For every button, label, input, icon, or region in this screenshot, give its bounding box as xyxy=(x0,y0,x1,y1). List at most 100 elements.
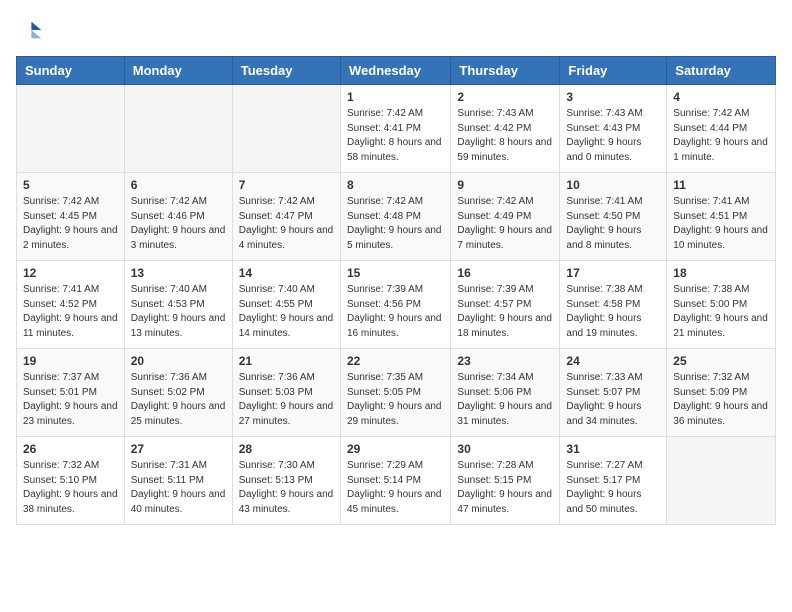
day-cell: 10 Sunrise: 7:41 AM Sunset: 4:50 PM Dayli… xyxy=(560,173,667,261)
day-cell: 9 Sunrise: 7:42 AM Sunset: 4:49 PM Daylig… xyxy=(451,173,560,261)
day-number: 1 xyxy=(347,90,444,104)
day-info: Sunrise: 7:39 AM Sunset: 4:57 PM Dayligh… xyxy=(457,283,553,341)
weekday-header-thursday: Thursday xyxy=(451,57,560,85)
day-info: Sunrise: 7:29 AM Sunset: 5:14 PM Dayligh… xyxy=(347,459,444,517)
weekday-header-saturday: Saturday xyxy=(667,57,776,85)
day-cell: 14 Sunrise: 7:40 AM Sunset: 4:55 PM Dayli… xyxy=(232,261,340,349)
day-cell: 12 Sunrise: 7:41 AM Sunset: 4:52 PM Dayli… xyxy=(17,261,125,349)
calendar-table: SundayMondayTuesdayWednesdayThursdayFrid… xyxy=(16,56,776,525)
day-cell: 28 Sunrise: 7:30 AM Sunset: 5:13 PM Dayli… xyxy=(232,437,340,525)
day-info: Sunrise: 7:40 AM Sunset: 4:53 PM Dayligh… xyxy=(131,283,226,341)
day-number: 20 xyxy=(131,354,226,368)
day-cell: 27Sunrise: 7:31 AM Sunset: 5:11 PM Dayli… xyxy=(124,437,232,525)
day-info: Sunrise: 7:40 AM Sunset: 4:55 PM Dayligh… xyxy=(239,283,334,341)
day-cell: 31 Sunrise: 7:27 AM Sunset: 5:17 PM Dayli… xyxy=(560,437,667,525)
day-number: 6 xyxy=(131,178,226,192)
day-info: Sunrise: 7:37 AM Sunset: 5:01 PM Dayligh… xyxy=(23,371,118,429)
weekday-header-friday: Friday xyxy=(560,57,667,85)
day-number: 2 xyxy=(457,90,553,104)
day-cell: 21 Sunrise: 7:36 AM Sunset: 5:03 PM Dayli… xyxy=(232,349,340,437)
day-number: 9 xyxy=(457,178,553,192)
week-row-4: 19 Sunrise: 7:37 AM Sunset: 5:01 PM Dayli… xyxy=(17,349,776,437)
weekday-header-monday: Monday xyxy=(124,57,232,85)
day-cell: 5 Sunrise: 7:42 AM Sunset: 4:45 PM Daylig… xyxy=(17,173,125,261)
day-number: 13 xyxy=(131,266,226,280)
day-info: Sunrise: 7:30 AM Sunset: 5:13 PM Dayligh… xyxy=(239,459,334,517)
day-number: 16 xyxy=(457,266,553,280)
day-number: 29 xyxy=(347,442,444,456)
day-cell: 4Sunrise: 7:42 AM Sunset: 4:44 PM Daylig… xyxy=(667,85,776,173)
day-cell: 20 Sunrise: 7:36 AM Sunset: 5:02 PM Dayli… xyxy=(124,349,232,437)
day-info: Sunrise: 7:42 AM Sunset: 4:48 PM Dayligh… xyxy=(347,195,444,253)
week-row-1: 1 Sunrise: 7:42 AM Sunset: 4:41 PM Daylig… xyxy=(17,85,776,173)
day-cell: 24Sunrise: 7:33 AM Sunset: 5:07 PM Dayli… xyxy=(560,349,667,437)
day-info: Sunrise: 7:42 AM Sunset: 4:41 PM Dayligh… xyxy=(347,107,444,165)
logo-icon xyxy=(16,16,44,44)
week-row-3: 12 Sunrise: 7:41 AM Sunset: 4:52 PM Dayli… xyxy=(17,261,776,349)
weekday-header-row: SundayMondayTuesdayWednesdayThursdayFrid… xyxy=(17,57,776,85)
day-number: 22 xyxy=(347,354,444,368)
day-cell: 29 Sunrise: 7:29 AM Sunset: 5:14 PM Dayli… xyxy=(340,437,450,525)
day-info: Sunrise: 7:32 AM Sunset: 5:09 PM Dayligh… xyxy=(673,371,769,429)
day-info: Sunrise: 7:39 AM Sunset: 4:56 PM Dayligh… xyxy=(347,283,444,341)
day-number: 31 xyxy=(566,442,660,456)
day-number: 18 xyxy=(673,266,769,280)
day-info: Sunrise: 7:42 AM Sunset: 4:47 PM Dayligh… xyxy=(239,195,334,253)
day-number: 5 xyxy=(23,178,118,192)
day-cell: 8Sunrise: 7:42 AM Sunset: 4:48 PM Daylig… xyxy=(340,173,450,261)
day-cell: 1 Sunrise: 7:42 AM Sunset: 4:41 PM Daylig… xyxy=(340,85,450,173)
day-info: Sunrise: 7:32 AM Sunset: 5:10 PM Dayligh… xyxy=(23,459,118,517)
day-cell: 15 Sunrise: 7:39 AM Sunset: 4:56 PM Dayli… xyxy=(340,261,450,349)
day-number: 10 xyxy=(566,178,660,192)
day-info: Sunrise: 7:35 AM Sunset: 5:05 PM Dayligh… xyxy=(347,371,444,429)
day-number: 14 xyxy=(239,266,334,280)
day-cell: 19 Sunrise: 7:37 AM Sunset: 5:01 PM Dayli… xyxy=(17,349,125,437)
weekday-header-tuesday: Tuesday xyxy=(232,57,340,85)
day-info: Sunrise: 7:42 AM Sunset: 4:46 PM Dayligh… xyxy=(131,195,226,253)
day-info: Sunrise: 7:43 AM Sunset: 4:43 PM Dayligh… xyxy=(566,107,660,165)
day-cell xyxy=(232,85,340,173)
day-number: 30 xyxy=(457,442,553,456)
day-cell: 11Sunrise: 7:41 AM Sunset: 4:51 PM Dayli… xyxy=(667,173,776,261)
day-cell: 6 Sunrise: 7:42 AM Sunset: 4:46 PM Daylig… xyxy=(124,173,232,261)
day-number: 15 xyxy=(347,266,444,280)
day-info: Sunrise: 7:43 AM Sunset: 4:42 PM Dayligh… xyxy=(457,107,553,165)
day-info: Sunrise: 7:41 AM Sunset: 4:52 PM Dayligh… xyxy=(23,283,118,341)
day-number: 17 xyxy=(566,266,660,280)
day-number: 21 xyxy=(239,354,334,368)
week-row-5: 26 Sunrise: 7:32 AM Sunset: 5:10 PM Dayli… xyxy=(17,437,776,525)
day-number: 27 xyxy=(131,442,226,456)
day-number: 24 xyxy=(566,354,660,368)
day-cell: 17 Sunrise: 7:38 AM Sunset: 4:58 PM Dayli… xyxy=(560,261,667,349)
day-number: 19 xyxy=(23,354,118,368)
day-info: Sunrise: 7:42 AM Sunset: 4:49 PM Dayligh… xyxy=(457,195,553,253)
day-number: 11 xyxy=(673,178,769,192)
day-number: 3 xyxy=(566,90,660,104)
day-info: Sunrise: 7:27 AM Sunset: 5:17 PM Dayligh… xyxy=(566,459,660,517)
day-cell: 16 Sunrise: 7:39 AM Sunset: 4:57 PM Dayli… xyxy=(451,261,560,349)
day-info: Sunrise: 7:42 AM Sunset: 4:45 PM Dayligh… xyxy=(23,195,118,253)
weekday-header-wednesday: Wednesday xyxy=(340,57,450,85)
day-info: Sunrise: 7:38 AM Sunset: 5:00 PM Dayligh… xyxy=(673,283,769,341)
day-cell: 3 Sunrise: 7:43 AM Sunset: 4:43 PM Daylig… xyxy=(560,85,667,173)
day-cell: 13 Sunrise: 7:40 AM Sunset: 4:53 PM Dayli… xyxy=(124,261,232,349)
day-number: 26 xyxy=(23,442,118,456)
weekday-header-sunday: Sunday xyxy=(17,57,125,85)
day-cell: 25Sunrise: 7:32 AM Sunset: 5:09 PM Dayli… xyxy=(667,349,776,437)
page-header xyxy=(16,16,776,44)
day-cell: 2 Sunrise: 7:43 AM Sunset: 4:42 PM Daylig… xyxy=(451,85,560,173)
day-cell: 26 Sunrise: 7:32 AM Sunset: 5:10 PM Dayli… xyxy=(17,437,125,525)
week-row-2: 5 Sunrise: 7:42 AM Sunset: 4:45 PM Daylig… xyxy=(17,173,776,261)
day-cell: 18 Sunrise: 7:38 AM Sunset: 5:00 PM Dayli… xyxy=(667,261,776,349)
day-info: Sunrise: 7:34 AM Sunset: 5:06 PM Dayligh… xyxy=(457,371,553,429)
day-info: Sunrise: 7:36 AM Sunset: 5:02 PM Dayligh… xyxy=(131,371,226,429)
day-info: Sunrise: 7:41 AM Sunset: 4:50 PM Dayligh… xyxy=(566,195,660,253)
day-number: 28 xyxy=(239,442,334,456)
day-cell: 7Sunrise: 7:42 AM Sunset: 4:47 PM Daylig… xyxy=(232,173,340,261)
day-info: Sunrise: 7:28 AM Sunset: 5:15 PM Dayligh… xyxy=(457,459,553,517)
day-info: Sunrise: 7:36 AM Sunset: 5:03 PM Dayligh… xyxy=(239,371,334,429)
day-number: 12 xyxy=(23,266,118,280)
day-cell xyxy=(667,437,776,525)
day-info: Sunrise: 7:38 AM Sunset: 4:58 PM Dayligh… xyxy=(566,283,660,341)
day-cell: 22 Sunrise: 7:35 AM Sunset: 5:05 PM Dayli… xyxy=(340,349,450,437)
